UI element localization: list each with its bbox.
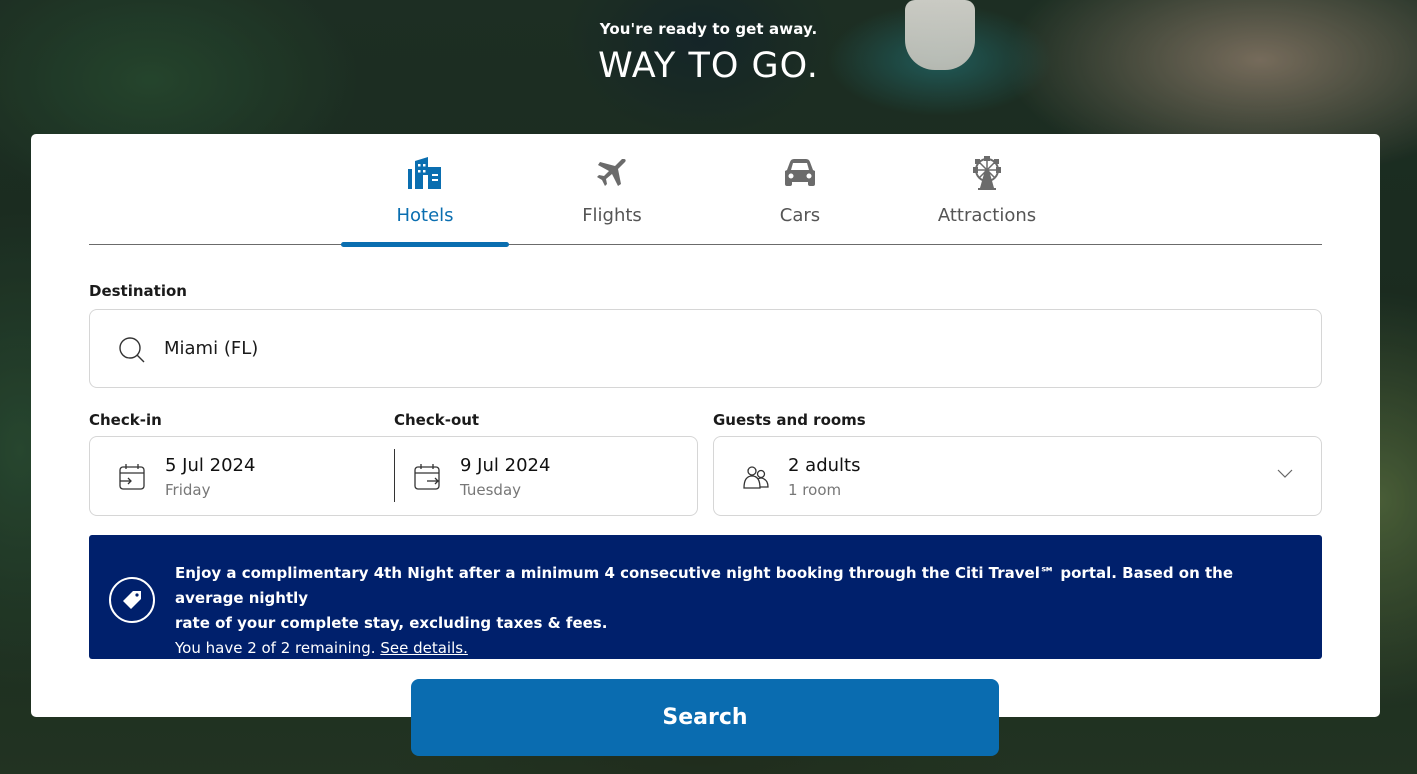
chevron-down-icon <box>1277 469 1293 479</box>
promo-line-2: rate of your complete stay, excluding ta… <box>175 614 608 632</box>
people-icon <box>742 463 770 491</box>
checkin-field[interactable]: 5 Jul 2024 Friday <box>90 437 394 515</box>
ferris-wheel-icon <box>969 154 1005 192</box>
checkout-label: Check-out <box>394 411 480 429</box>
promo-remaining: You have 2 of 2 remaining. <box>175 639 376 657</box>
destination-input[interactable]: Miami (FL) <box>89 309 1322 388</box>
promo-line-3: You have 2 of 2 remaining. See details. <box>175 636 1295 661</box>
checkout-day: Tuesday <box>460 481 522 499</box>
promo-text: Enjoy a complimentary 4th Night after a … <box>175 561 1295 661</box>
checkin-day: Friday <box>165 481 211 499</box>
airplane-icon <box>594 154 630 192</box>
tab-label: Hotels <box>396 205 454 226</box>
tag-icon <box>109 577 155 623</box>
checkin-label: Check-in <box>89 411 162 429</box>
search-card: Hotels Flights Cars Attractions Destinat… <box>31 134 1380 717</box>
hero-title: WAY TO GO. <box>598 46 819 86</box>
checkout-date: 9 Jul 2024 <box>460 455 551 476</box>
tab-label: Flights <box>582 205 642 226</box>
destination-label: Destination <box>89 282 187 300</box>
checkout-field[interactable]: 9 Jul 2024 Tuesday <box>395 437 698 515</box>
guests-label: Guests and rooms <box>713 411 866 429</box>
guests-rooms: 1 room <box>788 481 842 499</box>
checkin-date: 5 Jul 2024 <box>165 455 256 476</box>
tab-cars[interactable]: Cars <box>769 134 831 245</box>
search-button[interactable]: Search <box>411 679 999 756</box>
tab-bar: Hotels Flights Cars Attractions <box>89 134 1322 247</box>
promo-line-1: Enjoy a complimentary 4th Night after a … <box>175 564 1234 607</box>
car-icon <box>782 154 818 192</box>
tab-label: Cars <box>779 205 821 226</box>
see-details-link[interactable]: See details. <box>380 639 468 657</box>
calendar-checkout-icon <box>413 463 441 491</box>
hero: You're ready to get away. WAY TO GO. <box>0 20 1417 86</box>
search-icon <box>118 336 146 364</box>
hero-subtitle: You're ready to get away. <box>599 20 818 38</box>
destination-value: Miami (FL) <box>164 338 259 359</box>
tab-label: Attractions <box>937 205 1037 226</box>
tab-attractions[interactable]: Attractions <box>927 134 1047 245</box>
promo-banner: Enjoy a complimentary 4th Night after a … <box>89 535 1322 659</box>
hotel-icon <box>407 154 443 192</box>
tab-flights[interactable]: Flights <box>559 134 665 245</box>
calendar-checkin-icon <box>118 463 146 491</box>
active-tab-indicator <box>341 242 509 247</box>
date-range-field: 5 Jul 2024 Friday 9 Jul 2024 Tuesday <box>89 436 698 516</box>
tab-hotels[interactable]: Hotels <box>341 134 509 247</box>
guests-adults: 2 adults <box>788 455 861 476</box>
guests-rooms-select[interactable]: 2 adults 1 room <box>713 436 1322 516</box>
